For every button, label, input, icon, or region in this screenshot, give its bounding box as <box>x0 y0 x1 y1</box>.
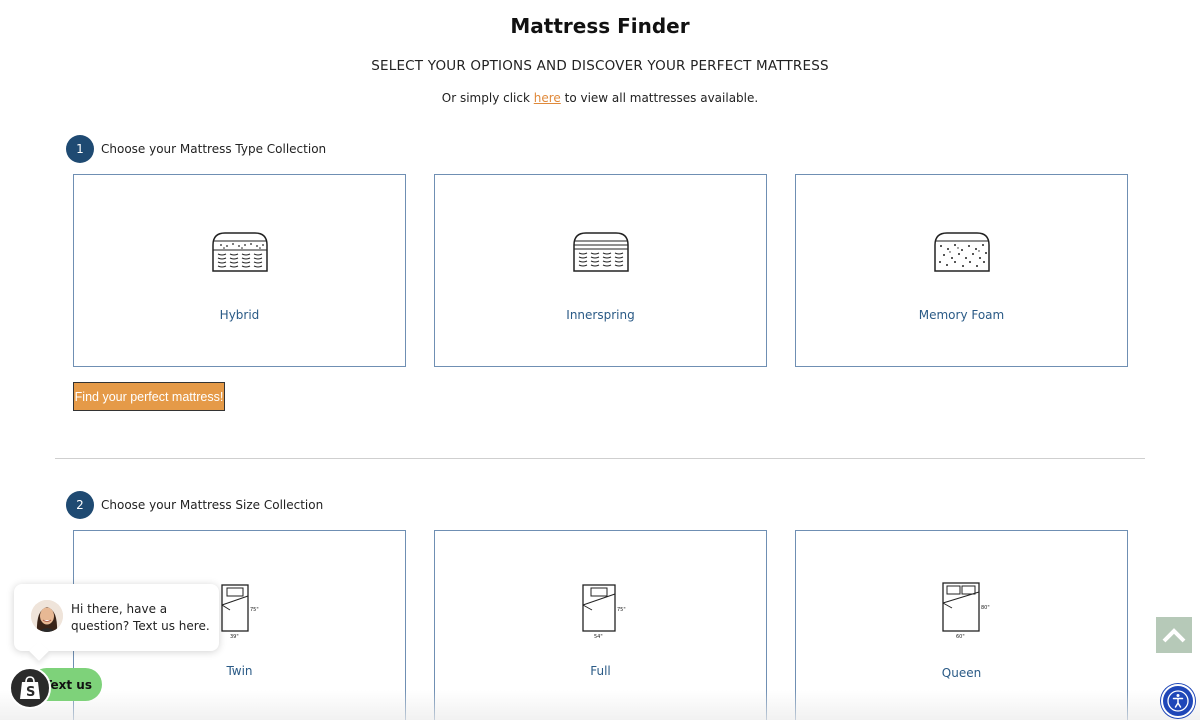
option-card-queen[interactable]: 80" 60" Queen <box>795 530 1128 720</box>
view-all-link[interactable]: here <box>534 91 561 105</box>
option-label: Queen <box>941 666 982 680</box>
bed-length-label: 75" <box>250 607 259 613</box>
svg-text:S: S <box>26 685 35 700</box>
chat-message: Hi there, have a question? Text us here. <box>71 602 210 633</box>
find-mattress-button[interactable]: Find your perfect mattress! <box>73 382 225 411</box>
bed-length-label: 80" <box>981 605 990 611</box>
option-label: Hybrid <box>219 308 260 322</box>
accessibility-icon <box>1167 690 1189 712</box>
full-bed-icon: 75" 54" <box>581 583 629 646</box>
option-card-hybrid[interactable]: Hybrid <box>73 174 406 367</box>
option-card-innerspring[interactable]: Innerspring <box>434 174 767 367</box>
step-label: Choose your Mattress Size Collection <box>101 498 324 512</box>
innerspring-mattress-icon <box>572 231 630 278</box>
memory-foam-mattress-icon <box>933 231 991 278</box>
accessibility-button[interactable] <box>1161 684 1195 718</box>
section-divider <box>55 458 1145 459</box>
shopify-bag-icon[interactable]: S <box>9 667 51 709</box>
scroll-to-top-button[interactable] <box>1156 617 1192 653</box>
bed-length-label: 75" <box>617 607 626 613</box>
chat-bubble[interactable]: Hi there, have a question? Text us here. <box>14 584 219 651</box>
step-label: Choose your Mattress Type Collection <box>101 142 327 156</box>
step-2-header: 2 Choose your Mattress Size Collection <box>66 491 323 519</box>
agent-avatar <box>31 600 63 632</box>
intro-text: Or simply click here to view all mattres… <box>0 91 1200 105</box>
chevron-up-icon <box>1162 628 1186 643</box>
page-subtitle: SELECT YOUR OPTIONS AND DISCOVER YOUR PE… <box>371 58 829 74</box>
step-number-badge: 2 <box>66 491 94 519</box>
bed-width-label: 60" <box>956 634 965 640</box>
page-title: Mattress Finder <box>510 14 690 38</box>
option-card-memory-foam[interactable]: Memory Foam <box>795 174 1128 367</box>
option-card-full[interactable]: 75" 54" Full <box>434 530 767 720</box>
intro-text-after: to view all mattresses available. <box>560 91 759 105</box>
option-label: Innerspring <box>566 308 635 322</box>
hybrid-mattress-icon <box>211 231 269 278</box>
bed-width-label: 54" <box>594 634 603 640</box>
step-number-badge: 1 <box>66 135 94 163</box>
twin-bed-icon: 75" 39" <box>220 583 268 646</box>
option-label: Full <box>590 664 611 678</box>
bed-width-label: 39" <box>230 634 239 640</box>
option-label: Memory Foam <box>918 308 1005 322</box>
option-label: Twin <box>226 664 253 678</box>
queen-bed-icon: 80" 60" <box>941 581 991 646</box>
step-1-header: 1 Choose your Mattress Type Collection <box>66 135 326 163</box>
intro-text-before: Or simply click <box>441 91 534 105</box>
